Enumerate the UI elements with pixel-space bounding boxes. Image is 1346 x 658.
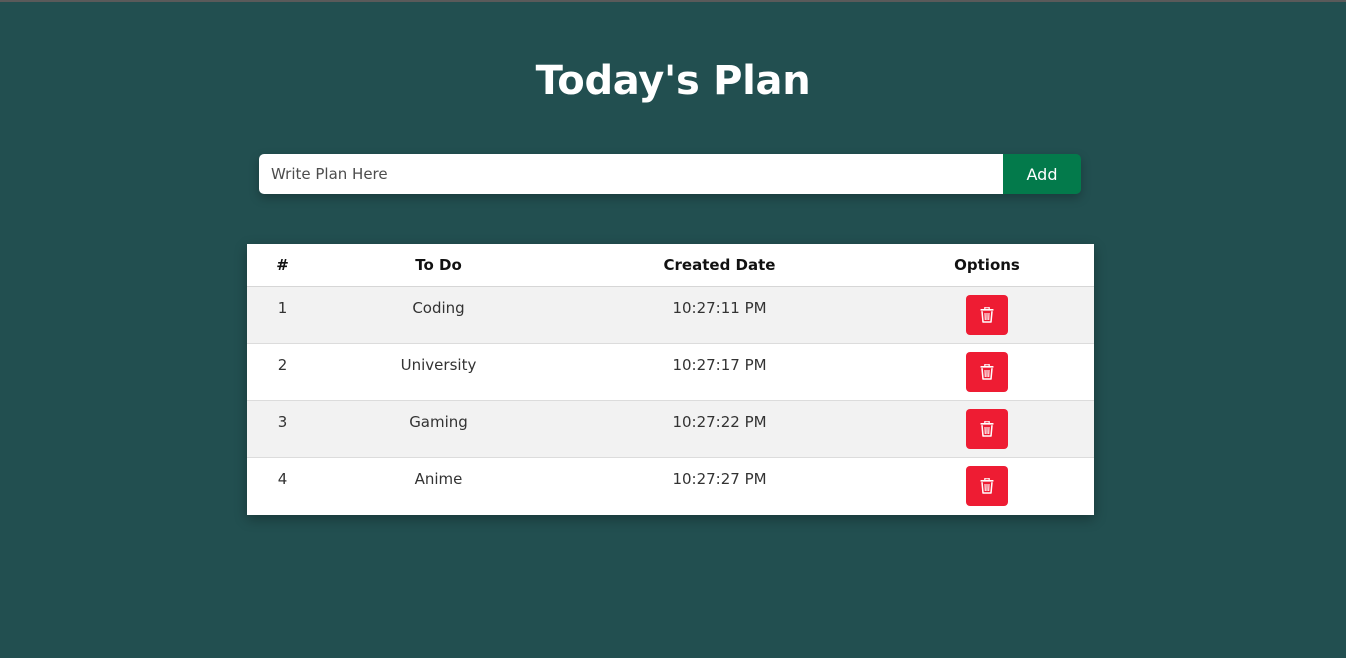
row-number: 3 [247, 400, 318, 458]
add-button[interactable]: Add [1003, 154, 1081, 194]
row-options [880, 343, 1094, 401]
header-options: Options [880, 244, 1094, 287]
add-plan-form: Add [259, 154, 1081, 194]
header-todo: To Do [318, 244, 559, 287]
trash-icon [980, 363, 994, 380]
trash-icon [980, 477, 994, 494]
header-created-date: Created Date [559, 244, 880, 287]
table-row: 3 Gaming 10:27:22 PM [247, 400, 1094, 458]
trash-icon [980, 420, 994, 437]
delete-button[interactable] [966, 295, 1008, 335]
delete-button[interactable] [966, 466, 1008, 506]
plan-input[interactable] [259, 154, 1003, 194]
table-row: 1 Coding 10:27:11 PM [247, 286, 1094, 344]
header-number: # [247, 244, 318, 287]
row-todo: Coding [318, 286, 559, 344]
row-options [880, 400, 1094, 458]
plan-table: # To Do Created Date Options 1 Coding 10… [247, 244, 1094, 515]
trash-icon [980, 306, 994, 323]
row-todo: Gaming [318, 400, 559, 458]
row-created-date: 10:27:27 PM [559, 457, 880, 515]
table-header-row: # To Do Created Date Options [247, 244, 1094, 287]
row-number: 4 [247, 457, 318, 515]
delete-button[interactable] [966, 409, 1008, 449]
row-created-date: 10:27:17 PM [559, 343, 880, 401]
row-created-date: 10:27:11 PM [559, 286, 880, 344]
row-number: 1 [247, 286, 318, 344]
table-row: 2 University 10:27:17 PM [247, 343, 1094, 401]
row-options [880, 286, 1094, 344]
plan-table-card: # To Do Created Date Options 1 Coding 10… [247, 244, 1094, 515]
row-created-date: 10:27:22 PM [559, 400, 880, 458]
page-title: Today's Plan [535, 58, 811, 104]
row-todo: Anime [318, 457, 559, 515]
row-options [880, 457, 1094, 515]
table-row: 4 Anime 10:27:27 PM [247, 457, 1094, 515]
row-number: 2 [247, 343, 318, 401]
delete-button[interactable] [966, 352, 1008, 392]
row-todo: University [318, 343, 559, 401]
